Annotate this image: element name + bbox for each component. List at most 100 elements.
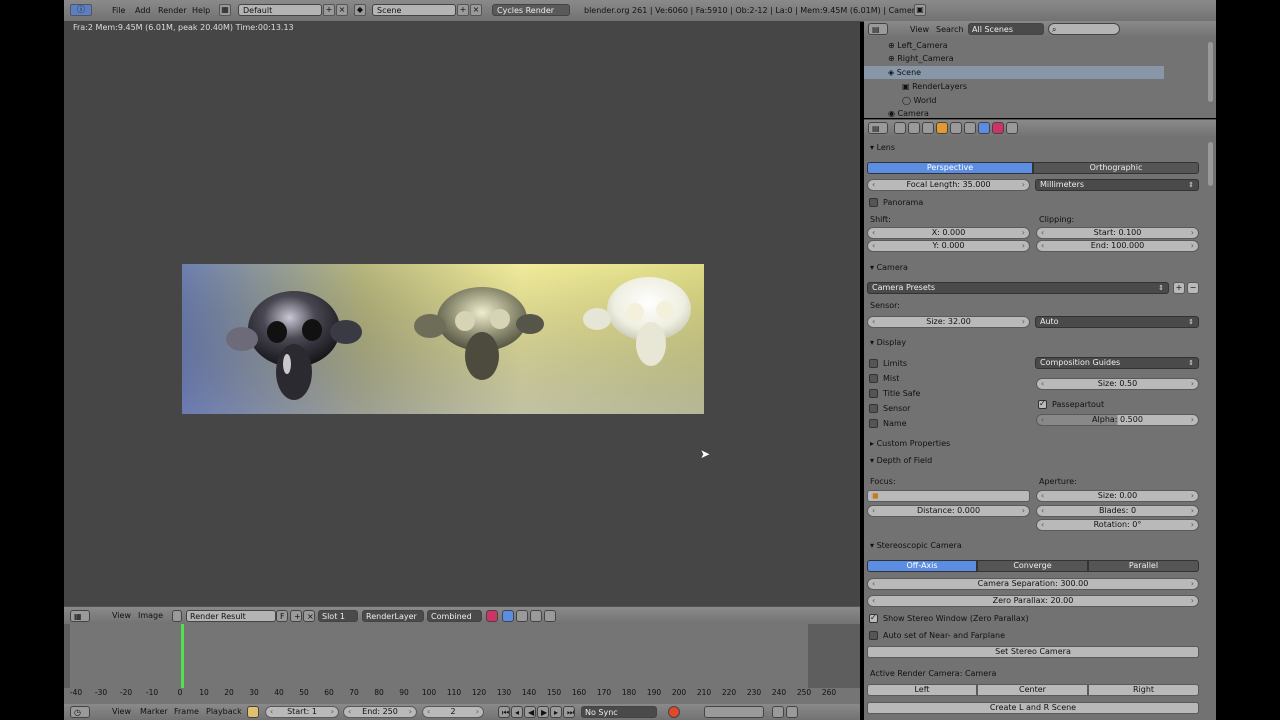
delete-keyframe-icon[interactable] bbox=[786, 706, 798, 718]
create-lr-scene-button[interactable]: Create L and R Scene bbox=[867, 702, 1199, 714]
delete-scene-icon[interactable]: × bbox=[470, 4, 482, 16]
menu-marker[interactable]: Marker bbox=[140, 707, 168, 716]
object-tab-icon[interactable] bbox=[936, 122, 948, 134]
aperture-size-field[interactable]: Size: 0.00 bbox=[1036, 490, 1199, 502]
zero-parallax-field[interactable]: Zero Parallax: 20.00 bbox=[867, 595, 1199, 607]
menu-view[interactable]: View bbox=[112, 707, 131, 716]
scene-tab-icon[interactable] bbox=[908, 122, 920, 134]
channels-icon[interactable] bbox=[486, 610, 498, 622]
focal-length-field[interactable]: Focal Length: 35.000 bbox=[867, 179, 1030, 191]
show-stereo-window-checkbox[interactable]: Show Stereo Window (Zero Parallax) bbox=[869, 612, 1029, 624]
start-frame-field[interactable]: Start: 1 bbox=[265, 706, 339, 718]
editor-type-icon[interactable]: ▤ bbox=[868, 122, 888, 134]
outliner-item[interactable]: ⊕ Right_Camera bbox=[864, 52, 1188, 65]
menu-render[interactable]: Render bbox=[158, 6, 186, 15]
add-preset-icon[interactable]: + bbox=[1173, 282, 1185, 294]
editor-type-icon[interactable]: ◷ bbox=[70, 706, 90, 718]
texture-tab-icon[interactable] bbox=[992, 122, 1004, 134]
layout-field[interactable]: Default bbox=[238, 4, 322, 16]
modifiers-tab-icon[interactable] bbox=[964, 122, 976, 134]
outliner-scrollbar[interactable] bbox=[1208, 42, 1213, 102]
scene-field[interactable]: Scene bbox=[372, 4, 456, 16]
image-browse-icon[interactable] bbox=[172, 610, 182, 622]
preview-range-icon[interactable] bbox=[247, 706, 259, 718]
display-alpha-icon[interactable] bbox=[516, 610, 528, 622]
image-editor-viewport[interactable]: Fra:2 Mem:9.45M (6.01M, peak 20.40M) Tim… bbox=[64, 21, 860, 606]
orthographic-toggle[interactable]: Orthographic bbox=[1033, 162, 1199, 174]
passepartout-alpha-slider[interactable]: Alpha: 0.500 bbox=[1036, 414, 1199, 426]
prev-keyframe-icon[interactable]: ◂ bbox=[511, 706, 523, 718]
remove-preset-icon[interactable]: − bbox=[1187, 282, 1199, 294]
add-layout-icon[interactable]: + bbox=[323, 4, 335, 16]
name-checkbox[interactable]: Name bbox=[869, 418, 907, 429]
lens-unit-select[interactable]: Millimeters bbox=[1035, 179, 1199, 191]
display-size-field[interactable]: Size: 0.50 bbox=[1036, 378, 1199, 390]
panorama-checkbox[interactable]: Panorama bbox=[869, 197, 923, 208]
image-name-field[interactable]: Render Result bbox=[186, 610, 276, 622]
clip-start-field[interactable]: Start: 0.100 bbox=[1036, 227, 1199, 239]
menu-search[interactable]: Search bbox=[936, 25, 963, 34]
delete-layout-icon[interactable]: × bbox=[336, 4, 348, 16]
camera-presets-select[interactable]: Camera Presets bbox=[867, 282, 1169, 294]
search-input[interactable]: ⌕ bbox=[1048, 23, 1120, 35]
editor-type-icon[interactable]: ▤ bbox=[868, 23, 888, 35]
constraints-tab-icon[interactable] bbox=[950, 122, 962, 134]
layout-icon[interactable]: ▦ bbox=[219, 4, 231, 16]
display-mode-select[interactable]: All Scenes bbox=[968, 23, 1044, 35]
next-keyframe-icon[interactable]: ▸ bbox=[550, 706, 562, 718]
outliner-item-selected[interactable]: ◈ Scene bbox=[864, 66, 1164, 79]
current-frame-marker[interactable] bbox=[181, 624, 184, 688]
lens-panel-title[interactable]: Lens bbox=[870, 143, 895, 152]
menu-frame[interactable]: Frame bbox=[174, 707, 199, 716]
add-scene-icon[interactable]: + bbox=[457, 4, 469, 16]
focus-object-field[interactable]: ◼ bbox=[867, 490, 1030, 502]
menu-view[interactable]: View bbox=[910, 25, 929, 34]
jump-start-icon[interactable]: ⏮ bbox=[498, 706, 510, 718]
current-frame-field[interactable]: 2 bbox=[422, 706, 484, 718]
end-frame-field[interactable]: End: 250 bbox=[343, 706, 417, 718]
properties-scrollbar[interactable] bbox=[1208, 142, 1213, 186]
sensor-size-field[interactable]: Size: 32.00 bbox=[867, 316, 1030, 328]
clip-end-field[interactable]: End: 100.000 bbox=[1036, 240, 1199, 252]
render-tab-icon[interactable] bbox=[894, 122, 906, 134]
left-camera-button[interactable]: Left bbox=[867, 684, 977, 696]
insert-keyframe-icon[interactable] bbox=[772, 706, 784, 718]
stereo-panel-title[interactable]: Stereoscopic Camera bbox=[870, 541, 962, 550]
editor-type-icon[interactable]: ▦ bbox=[70, 610, 90, 622]
world-tab-icon[interactable] bbox=[922, 122, 934, 134]
outliner-item[interactable]: ◯ World bbox=[864, 94, 1202, 107]
timeline-area[interactable]: -40 -30 -20 -10 0 10 20 30 40 50 60 70 8… bbox=[64, 624, 860, 704]
parallel-toggle[interactable]: Parallel bbox=[1088, 560, 1199, 572]
title-safe-checkbox[interactable]: Title Safe bbox=[869, 388, 920, 399]
off-axis-toggle[interactable]: Off-Axis bbox=[867, 560, 977, 572]
unlink-image-icon[interactable]: × bbox=[303, 610, 315, 622]
menu-file[interactable]: File bbox=[112, 6, 125, 15]
sync-mode-select[interactable]: No Sync bbox=[581, 706, 657, 718]
aperture-rotation-field[interactable]: Rotation: 0° bbox=[1036, 519, 1199, 531]
composition-guides-select[interactable]: Composition Guides bbox=[1035, 357, 1199, 369]
display-panel-title[interactable]: Display bbox=[870, 338, 907, 347]
scene-icon[interactable]: ◆ bbox=[354, 4, 366, 16]
camera-panel-title[interactable]: Camera bbox=[870, 263, 908, 272]
shift-y-field[interactable]: Y: 0.000 bbox=[867, 240, 1030, 252]
menu-playback[interactable]: Playback bbox=[206, 707, 242, 716]
outliner-item[interactable]: ▣ RenderLayers bbox=[864, 80, 1202, 93]
screen-icon[interactable]: ▣ bbox=[914, 4, 926, 16]
converge-toggle[interactable]: Converge bbox=[977, 560, 1088, 572]
new-image-icon[interactable]: + bbox=[290, 610, 302, 622]
outliner-item[interactable]: ⊕ Left_Camera bbox=[864, 39, 1188, 52]
display-z-icon[interactable] bbox=[530, 610, 542, 622]
render-pass-select[interactable]: Combined bbox=[427, 610, 482, 622]
perspective-toggle[interactable]: Perspective bbox=[867, 162, 1033, 174]
passepartout-checkbox[interactable]: Passepartout bbox=[1038, 398, 1104, 410]
custom-properties-panel-title[interactable]: Custom Properties bbox=[870, 439, 951, 448]
camera-data-tab-icon[interactable] bbox=[978, 122, 990, 134]
focus-distance-field[interactable]: Distance: 0.000 bbox=[867, 505, 1030, 517]
pin-icon[interactable] bbox=[544, 610, 556, 622]
editor-type-icon[interactable]: ⓘ bbox=[70, 4, 92, 16]
sensor-fit-select[interactable]: Auto bbox=[1035, 316, 1199, 328]
menu-view[interactable]: View bbox=[112, 611, 131, 620]
render-engine-select[interactable]: Cycles Render bbox=[492, 4, 570, 16]
menu-image[interactable]: Image bbox=[138, 611, 163, 620]
menu-add[interactable]: Add bbox=[135, 6, 151, 15]
